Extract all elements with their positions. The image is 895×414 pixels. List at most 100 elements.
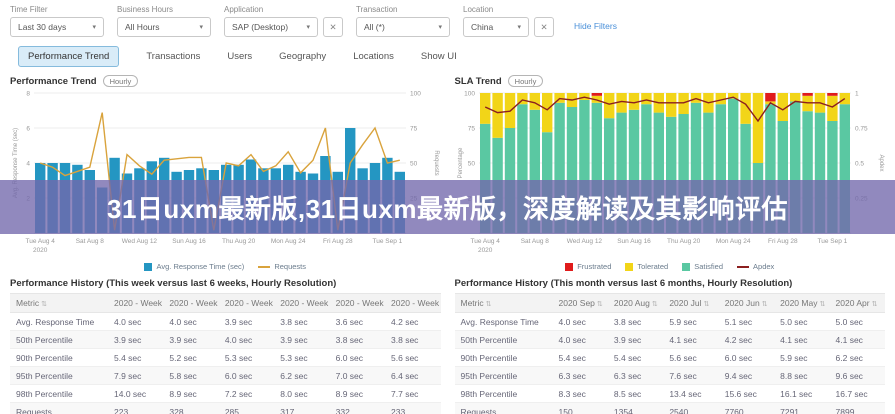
column-header-label: 2020 Jun	[725, 298, 760, 308]
legend-item-satisfied[interactable]: Satisfied	[682, 262, 723, 271]
legend-item-tolerated[interactable]: Tolerated	[625, 262, 668, 271]
value-cell: 223	[108, 403, 163, 414]
value-cell: 4.0 sec	[108, 313, 163, 331]
value-cell: 5.9 sec	[663, 313, 718, 331]
svg-text:75: 75	[467, 125, 475, 132]
panel-head: SLA Trend Hourly	[455, 75, 886, 87]
column-header-2020-sep[interactable]: 2020 Sep⇅	[553, 294, 608, 313]
filter-group-transaction: TransactionAll (*)▾	[356, 5, 450, 37]
performance-history-week-panel: Performance History (This week versus la…	[10, 278, 441, 414]
tab-performance-trend[interactable]: Performance Trend	[18, 46, 119, 67]
value-cell: 2540	[663, 403, 718, 414]
table-title: Performance History (This month versus l…	[455, 278, 886, 289]
svg-text:6: 6	[26, 125, 30, 132]
sort-icon: ⇅	[819, 301, 825, 308]
value-cell: 16.1 sec	[774, 385, 829, 403]
svg-text:Apdex: Apdex	[878, 154, 884, 171]
column-header-2020-week-34[interactable]: 2020 - Week 34⇅	[163, 294, 218, 313]
chevron-down-icon: ▾	[199, 23, 203, 31]
value-cell: 6.2 sec	[830, 349, 885, 367]
column-header-label: 2020 Jul	[669, 298, 701, 308]
legend-item-frustrated[interactable]: Frustrated	[565, 262, 611, 271]
svg-text:Tue Aug 4: Tue Aug 4	[470, 238, 500, 245]
metric-cell: 50th Percentile	[455, 331, 553, 349]
performance-trend-chart[interactable]: 8642100755025Tue Aug 42020Sat Aug 8Wed A…	[10, 88, 440, 260]
filter-dropdown-transaction[interactable]: All (*)▾	[356, 17, 450, 37]
dropdown-value: All Hours	[125, 22, 159, 32]
filter-dropdown-business-hours[interactable]: All Hours ▾	[117, 17, 211, 37]
column-header-metric[interactable]: Metric⇅	[455, 294, 553, 313]
column-header-2020-week-30[interactable]: 2020 - Week 30⇅	[385, 294, 440, 313]
square-swatch-icon	[682, 263, 690, 271]
table-row: Avg. Response Time4.0 sec4.0 sec3.9 sec3…	[10, 313, 441, 331]
column-header-2020-may[interactable]: 2020 May⇅	[774, 294, 829, 313]
hide-filters-link[interactable]: Hide Filters	[574, 21, 617, 31]
x-axis-labels: Tue Aug 42020Sat Aug 8Wed Aug 12Sun Aug …	[25, 238, 402, 254]
clear-filter-button[interactable]: ✕	[534, 17, 554, 37]
tables-row: Performance History (This week versus la…	[0, 278, 895, 414]
value-cell: 16.7 sec	[830, 385, 885, 403]
filter-dropdown-location[interactable]: China▾	[463, 17, 529, 37]
sla-trend-chart[interactable]: 10075502510.750.50.25Tue Aug 42020Sat Au…	[455, 88, 885, 260]
column-header-2020-aug[interactable]: 2020 Aug⇅	[608, 294, 663, 313]
sla-trend-panel: SLA Trend Hourly 10075502510.750.50.25Tu…	[455, 71, 886, 273]
value-cell: 4.1 sec	[774, 331, 829, 349]
tab-users[interactable]: Users	[227, 47, 252, 66]
sort-icon: ⇅	[597, 301, 603, 308]
sort-icon: ⇅	[486, 301, 492, 308]
value-cell: 5.9 sec	[774, 349, 829, 367]
svg-text:8: 8	[26, 90, 30, 97]
svg-text:4: 4	[26, 160, 30, 167]
filter-dropdown-application[interactable]: SAP (Desktop)▾	[224, 17, 318, 37]
svg-text:Percentage: Percentage	[458, 147, 464, 178]
svg-text:Tue Sep 1: Tue Sep 1	[373, 238, 403, 245]
filter-group-location: LocationChina▾✕	[463, 5, 554, 37]
svg-text:2020: 2020	[477, 247, 492, 254]
value-cell: 7.7 sec	[385, 385, 440, 403]
legend-label: Requests	[274, 262, 306, 271]
legend-label: Apdex	[753, 262, 774, 271]
value-cell: 7760	[719, 403, 774, 414]
legend-item-apdex[interactable]: Apdex	[737, 262, 774, 271]
legend-item-avg-response-time-sec[interactable]: Avg. Response Time (sec)	[144, 262, 244, 271]
filter-dropdown-time-filter[interactable]: Last 30 days▾	[10, 17, 104, 37]
banner-text: 31日uxm最新版,31日uxm最新版，深度解读及其影响评估	[107, 189, 788, 226]
value-cell: 5.8 sec	[163, 367, 218, 385]
column-header-label: 2020 - Week 35	[114, 298, 163, 308]
value-cell: 4.0 sec	[219, 331, 274, 349]
panel-head: Performance Trend Hourly	[10, 75, 441, 87]
value-cell: 4.1 sec	[830, 331, 885, 349]
metric-cell: 50th Percentile	[10, 331, 108, 349]
metric-cell: 95th Percentile	[10, 367, 108, 385]
value-cell: 7.0 sec	[330, 367, 385, 385]
column-header-metric[interactable]: Metric⇅	[10, 294, 108, 313]
value-cell: 5.4 sec	[108, 349, 163, 367]
clear-filter-button[interactable]: ✕	[323, 17, 343, 37]
metric-cell: 90th Percentile	[455, 349, 553, 367]
column-header-2020-jun[interactable]: 2020 Jun⇅	[719, 294, 774, 313]
value-cell: 3.9 sec	[274, 331, 329, 349]
column-header-2020-apr[interactable]: 2020 Apr⇅	[830, 294, 885, 313]
square-swatch-icon	[625, 263, 633, 271]
table-row: 50th Percentile3.9 sec3.9 sec4.0 sec3.9 …	[10, 331, 441, 349]
tab-transactions[interactable]: Transactions	[146, 47, 200, 66]
sort-icon: ⇅	[762, 301, 768, 308]
legend-label: Frustrated	[577, 262, 611, 271]
svg-text:50: 50	[410, 160, 418, 167]
tab-geography[interactable]: Geography	[279, 47, 326, 66]
value-cell: 7899	[830, 403, 885, 414]
column-header-label: 2020 - Week 30	[391, 298, 440, 308]
column-header-2020-week-32[interactable]: 2020 - Week 32⇅	[274, 294, 329, 313]
tab-bar: Performance Trend Transactions Users Geogra…	[0, 37, 895, 71]
dropdown-value: Last 30 days	[18, 22, 66, 32]
column-header-2020-week-31[interactable]: 2020 - Week 31⇅	[330, 294, 385, 313]
value-cell: 5.4 sec	[608, 349, 663, 367]
legend-label: Avg. Response Time (sec)	[156, 262, 244, 271]
line-swatch-icon	[737, 266, 749, 268]
column-header-2020-week-35[interactable]: 2020 - Week 35⇅	[108, 294, 163, 313]
tab-locations[interactable]: Locations	[353, 47, 394, 66]
legend-item-requests[interactable]: Requests	[258, 262, 306, 271]
tab-show-ui[interactable]: Show UI	[421, 47, 457, 66]
column-header-2020-week-33[interactable]: 2020 - Week 33⇅	[219, 294, 274, 313]
column-header-2020-jul[interactable]: 2020 Jul⇅	[663, 294, 718, 313]
